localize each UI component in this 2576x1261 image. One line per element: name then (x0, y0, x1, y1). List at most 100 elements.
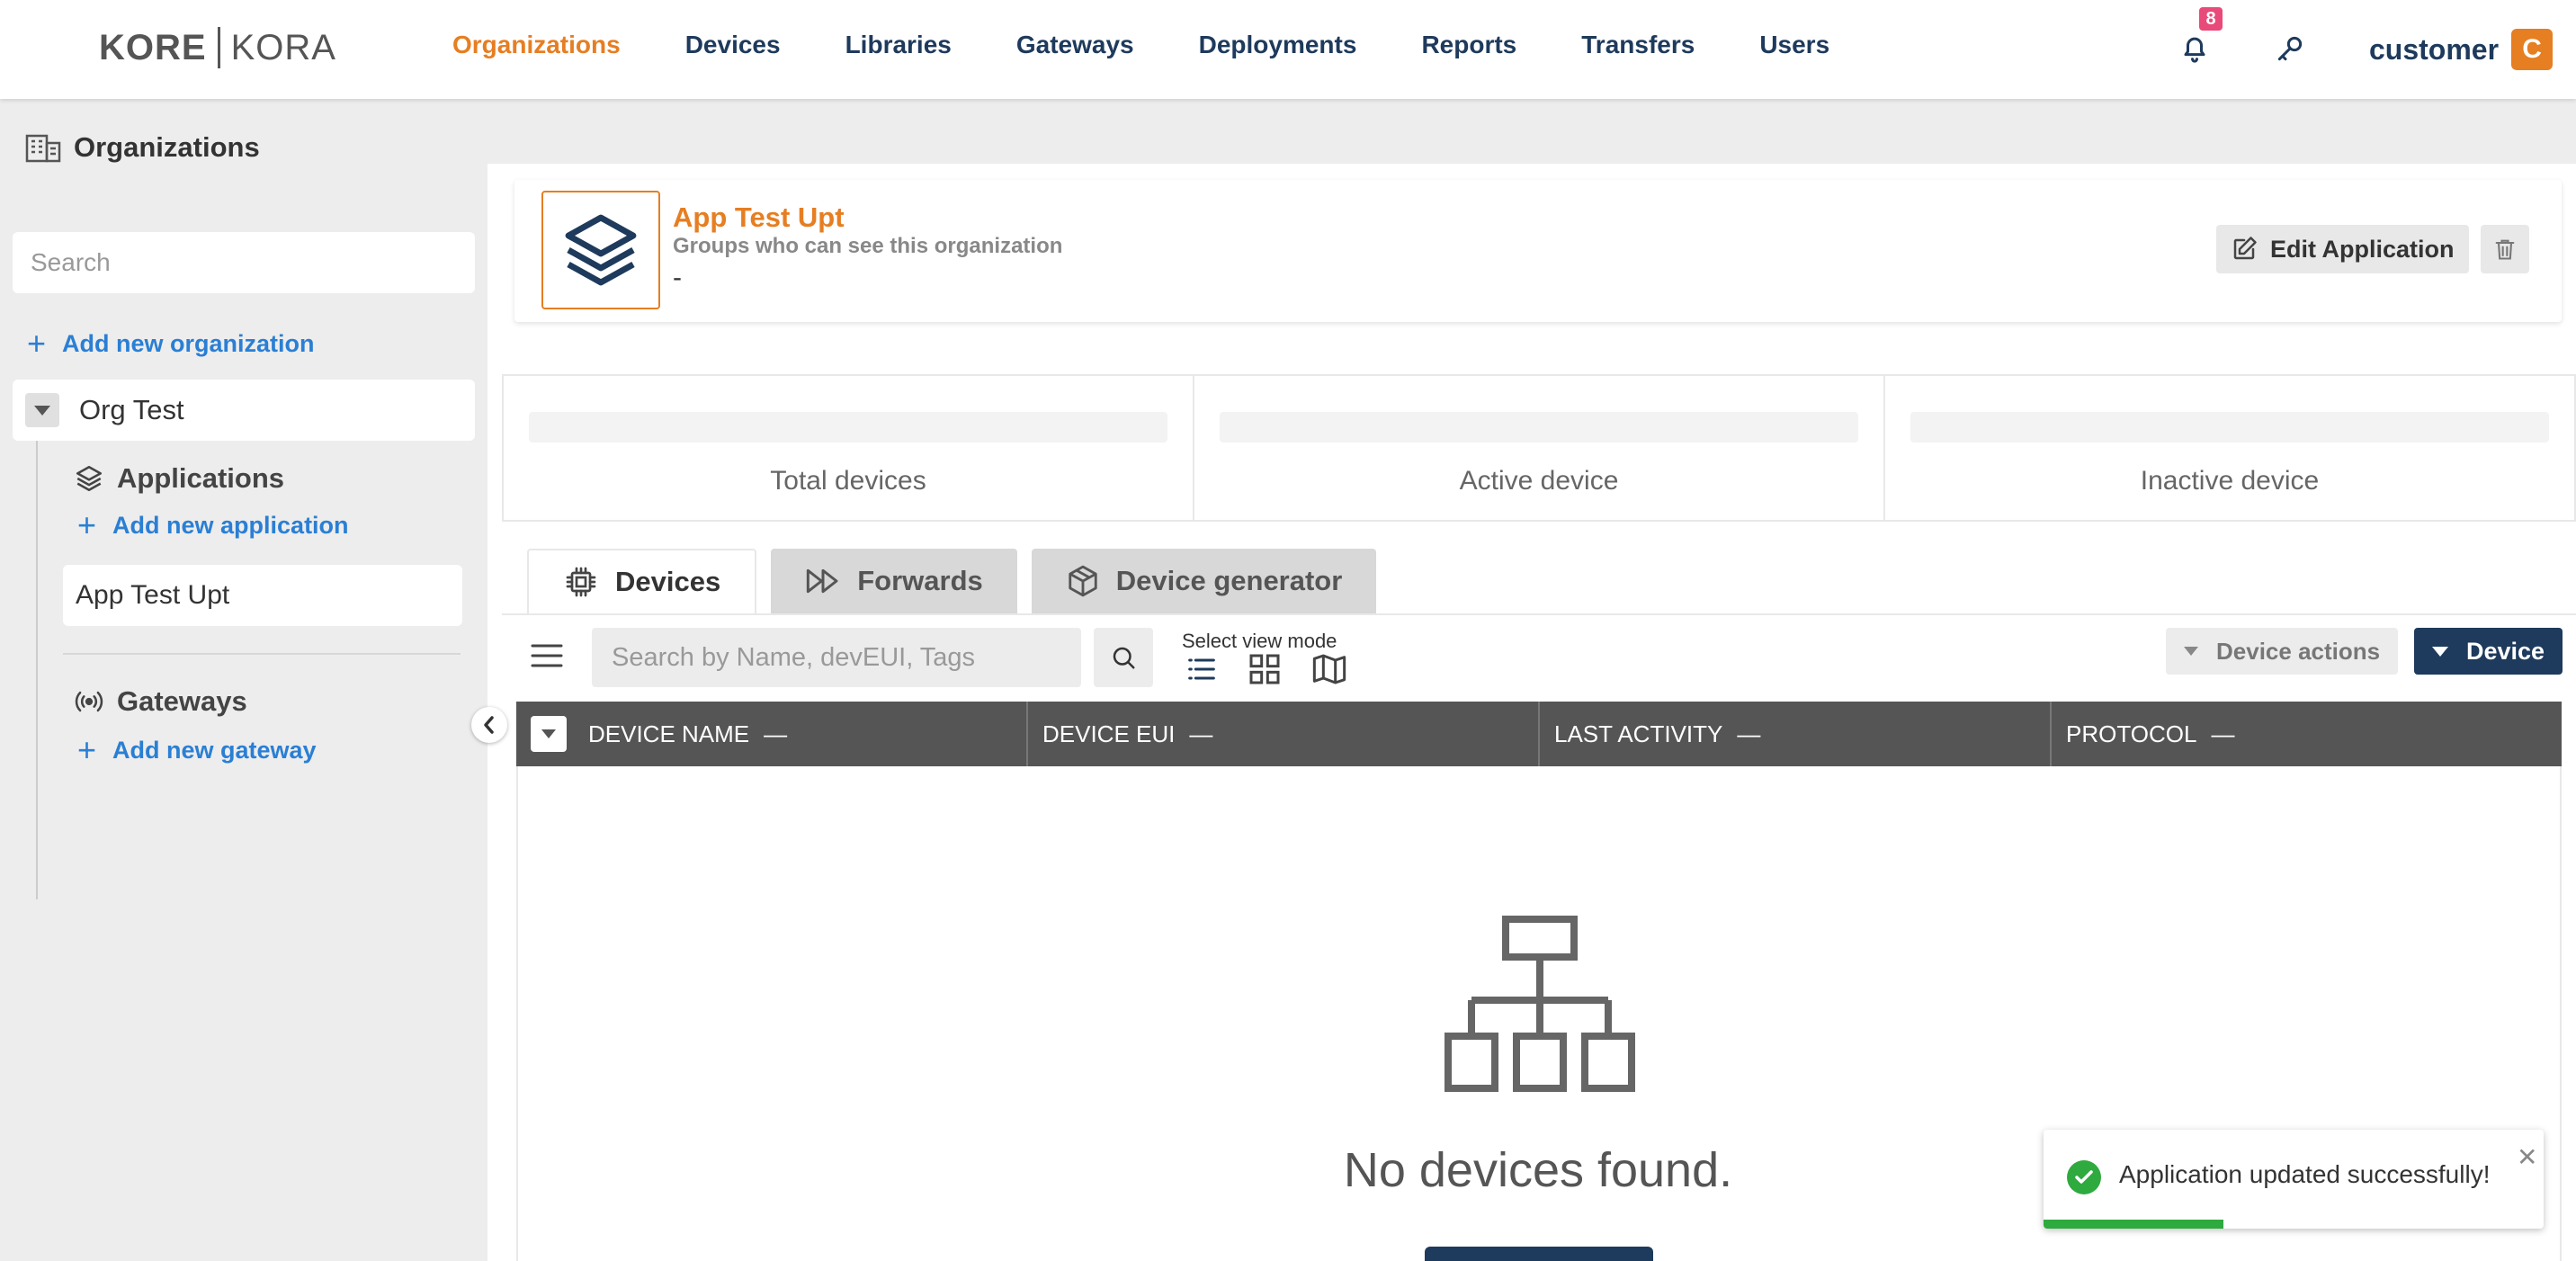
organizations-sidebar: Organizations + Add new organization Org… (0, 99, 487, 1261)
sort-indicator: — (764, 720, 788, 747)
device-search-button[interactable] (1094, 628, 1153, 687)
applications-section: Applications (74, 462, 284, 495)
check-circle-icon (2067, 1160, 2101, 1194)
sort-indicator: — (2211, 720, 2235, 747)
column-device-name[interactable]: DEVICE NAME — (516, 702, 1028, 766)
empty-state-action-button[interactable] (1425, 1247, 1653, 1261)
gateways-label: Gateways (117, 685, 247, 717)
main-nav: Organizations Devices Libraries Gateways… (452, 31, 1894, 59)
application-groups-label: Groups who can see this organization (673, 234, 1063, 258)
key-icon[interactable] (2272, 31, 2308, 67)
column-label: LAST ACTIVITY (1554, 720, 1723, 747)
nav-transfers[interactable]: Transfers (1581, 31, 1695, 59)
device-stats: Total devices Active device Inactive dev… (502, 374, 2576, 522)
tab-device-generator[interactable]: Device generator (1031, 549, 1377, 613)
building-icon (25, 134, 61, 163)
antenna-icon (75, 691, 103, 712)
delete-application-button[interactable] (2481, 225, 2529, 273)
sidebar-header: Organizations (25, 131, 260, 164)
user-name: customer (2369, 32, 2500, 66)
column-device-eui[interactable]: DEVICE EUI — (1028, 702, 1540, 766)
notification-count-badge: 8 (2199, 7, 2223, 31)
column-last-activity[interactable]: LAST ACTIVITY — (1540, 702, 2052, 766)
layers-icon (565, 214, 637, 286)
select-all-dropdown[interactable] (531, 716, 567, 752)
tab-devices[interactable]: Devices (527, 549, 757, 613)
stat-label: Total devices (770, 466, 926, 496)
network-tree-icon (1445, 916, 1635, 1092)
brand-logo[interactable]: KORE KORA (99, 25, 336, 70)
sort-indicator: — (1737, 720, 1761, 747)
nav-organizations[interactable]: Organizations (452, 31, 621, 59)
list-view-icon[interactable] (1184, 651, 1220, 687)
brand-logo-right: KORA (230, 27, 336, 67)
edit-icon (2233, 237, 2257, 260)
device-actions-dropdown[interactable]: Device actions (2166, 628, 2399, 675)
tree-line (36, 441, 38, 899)
organization-search-input[interactable] (13, 232, 475, 293)
grid-view-icon[interactable] (1247, 651, 1283, 687)
devices-table-header: DEVICE NAME — DEVICE EUI — LAST ACTIVITY… (516, 702, 2562, 766)
application-tabs: Devices Forwards Device generator (527, 549, 1391, 613)
tab-device-generator-label: Device generator (1115, 565, 1343, 596)
add-gateway-link[interactable]: + Add new gateway (77, 734, 317, 766)
nav-deployments[interactable]: Deployments (1199, 31, 1357, 59)
add-device-label: Device (2466, 637, 2545, 665)
success-toast: Application updated successfully! ✕ (2044, 1130, 2544, 1229)
avatar: C (2511, 29, 2554, 70)
toast-progress-bar (2044, 1220, 2224, 1229)
caret-down-icon (34, 405, 50, 416)
stat-total-devices: Total devices (504, 376, 1194, 520)
add-organization-link[interactable]: + Add new organization (27, 327, 315, 360)
sidebar-divider (63, 653, 461, 655)
nav-devices[interactable]: Devices (685, 31, 781, 59)
application-groups-value: - (673, 263, 682, 292)
close-icon[interactable]: ✕ (2517, 1142, 2537, 1172)
applications-label: Applications (117, 462, 285, 494)
edit-application-label: Edit Application (2270, 235, 2455, 263)
expand-toggle[interactable] (25, 393, 59, 427)
top-navbar: KORE KORA Organizations Devices Librarie… (0, 0, 2576, 99)
column-label: DEVICE EUI (1042, 720, 1176, 747)
nav-reports[interactable]: Reports (1421, 31, 1516, 59)
brand-logo-left: KORE (99, 27, 207, 67)
add-application-label: Add new application (112, 511, 349, 539)
add-application-link[interactable]: + Add new application (77, 509, 349, 541)
collapse-sidebar-button[interactable] (471, 707, 507, 743)
plus-icon: + (77, 506, 97, 543)
stat-label: Active device (1459, 466, 1619, 496)
stat-active-devices: Active device (1194, 376, 1885, 520)
gateways-section: Gateways (74, 685, 247, 718)
plus-icon: + (27, 325, 47, 362)
application-title: App Test Upt (673, 201, 845, 233)
map-view-icon[interactable] (1310, 651, 1349, 687)
brand-logo-separator (217, 27, 220, 68)
nav-gateways[interactable]: Gateways (1016, 31, 1134, 59)
stat-inactive-devices: Inactive device (1885, 376, 2574, 520)
plus-icon: + (77, 731, 97, 768)
org-tree-item[interactable]: Org Test (13, 380, 475, 441)
nav-users[interactable]: Users (1759, 31, 1829, 59)
tab-devices-label: Devices (615, 566, 721, 597)
bell-icon[interactable] (2177, 31, 2213, 67)
sort-indicator: — (1189, 720, 1213, 747)
cube-icon (1069, 565, 1097, 597)
stat-loading-bar (1910, 412, 2549, 443)
edit-application-button[interactable]: Edit Application (2216, 225, 2469, 273)
caret-down-icon (2432, 646, 2448, 657)
column-protocol[interactable]: PROTOCOL — (2052, 702, 2562, 766)
sidebar-item-application[interactable]: App Test Upt (63, 565, 462, 626)
add-device-button[interactable]: Device (2414, 628, 2563, 675)
device-search-input[interactable] (592, 628, 1081, 687)
nav-libraries[interactable]: Libraries (845, 31, 952, 59)
sidebar-title: Organizations (74, 131, 260, 163)
tab-forwards-label: Forwards (857, 565, 983, 596)
tab-forwards[interactable]: Forwards (771, 549, 1017, 613)
layers-icon (76, 465, 103, 492)
view-mode-label: Select view mode (1182, 630, 1337, 652)
device-actions-label: Device actions (2216, 637, 2381, 665)
stat-loading-bar (529, 412, 1167, 443)
hamburger-menu-icon[interactable] (529, 640, 565, 671)
trash-icon (2495, 239, 2515, 260)
user-menu[interactable]: customer C (2369, 29, 2554, 70)
